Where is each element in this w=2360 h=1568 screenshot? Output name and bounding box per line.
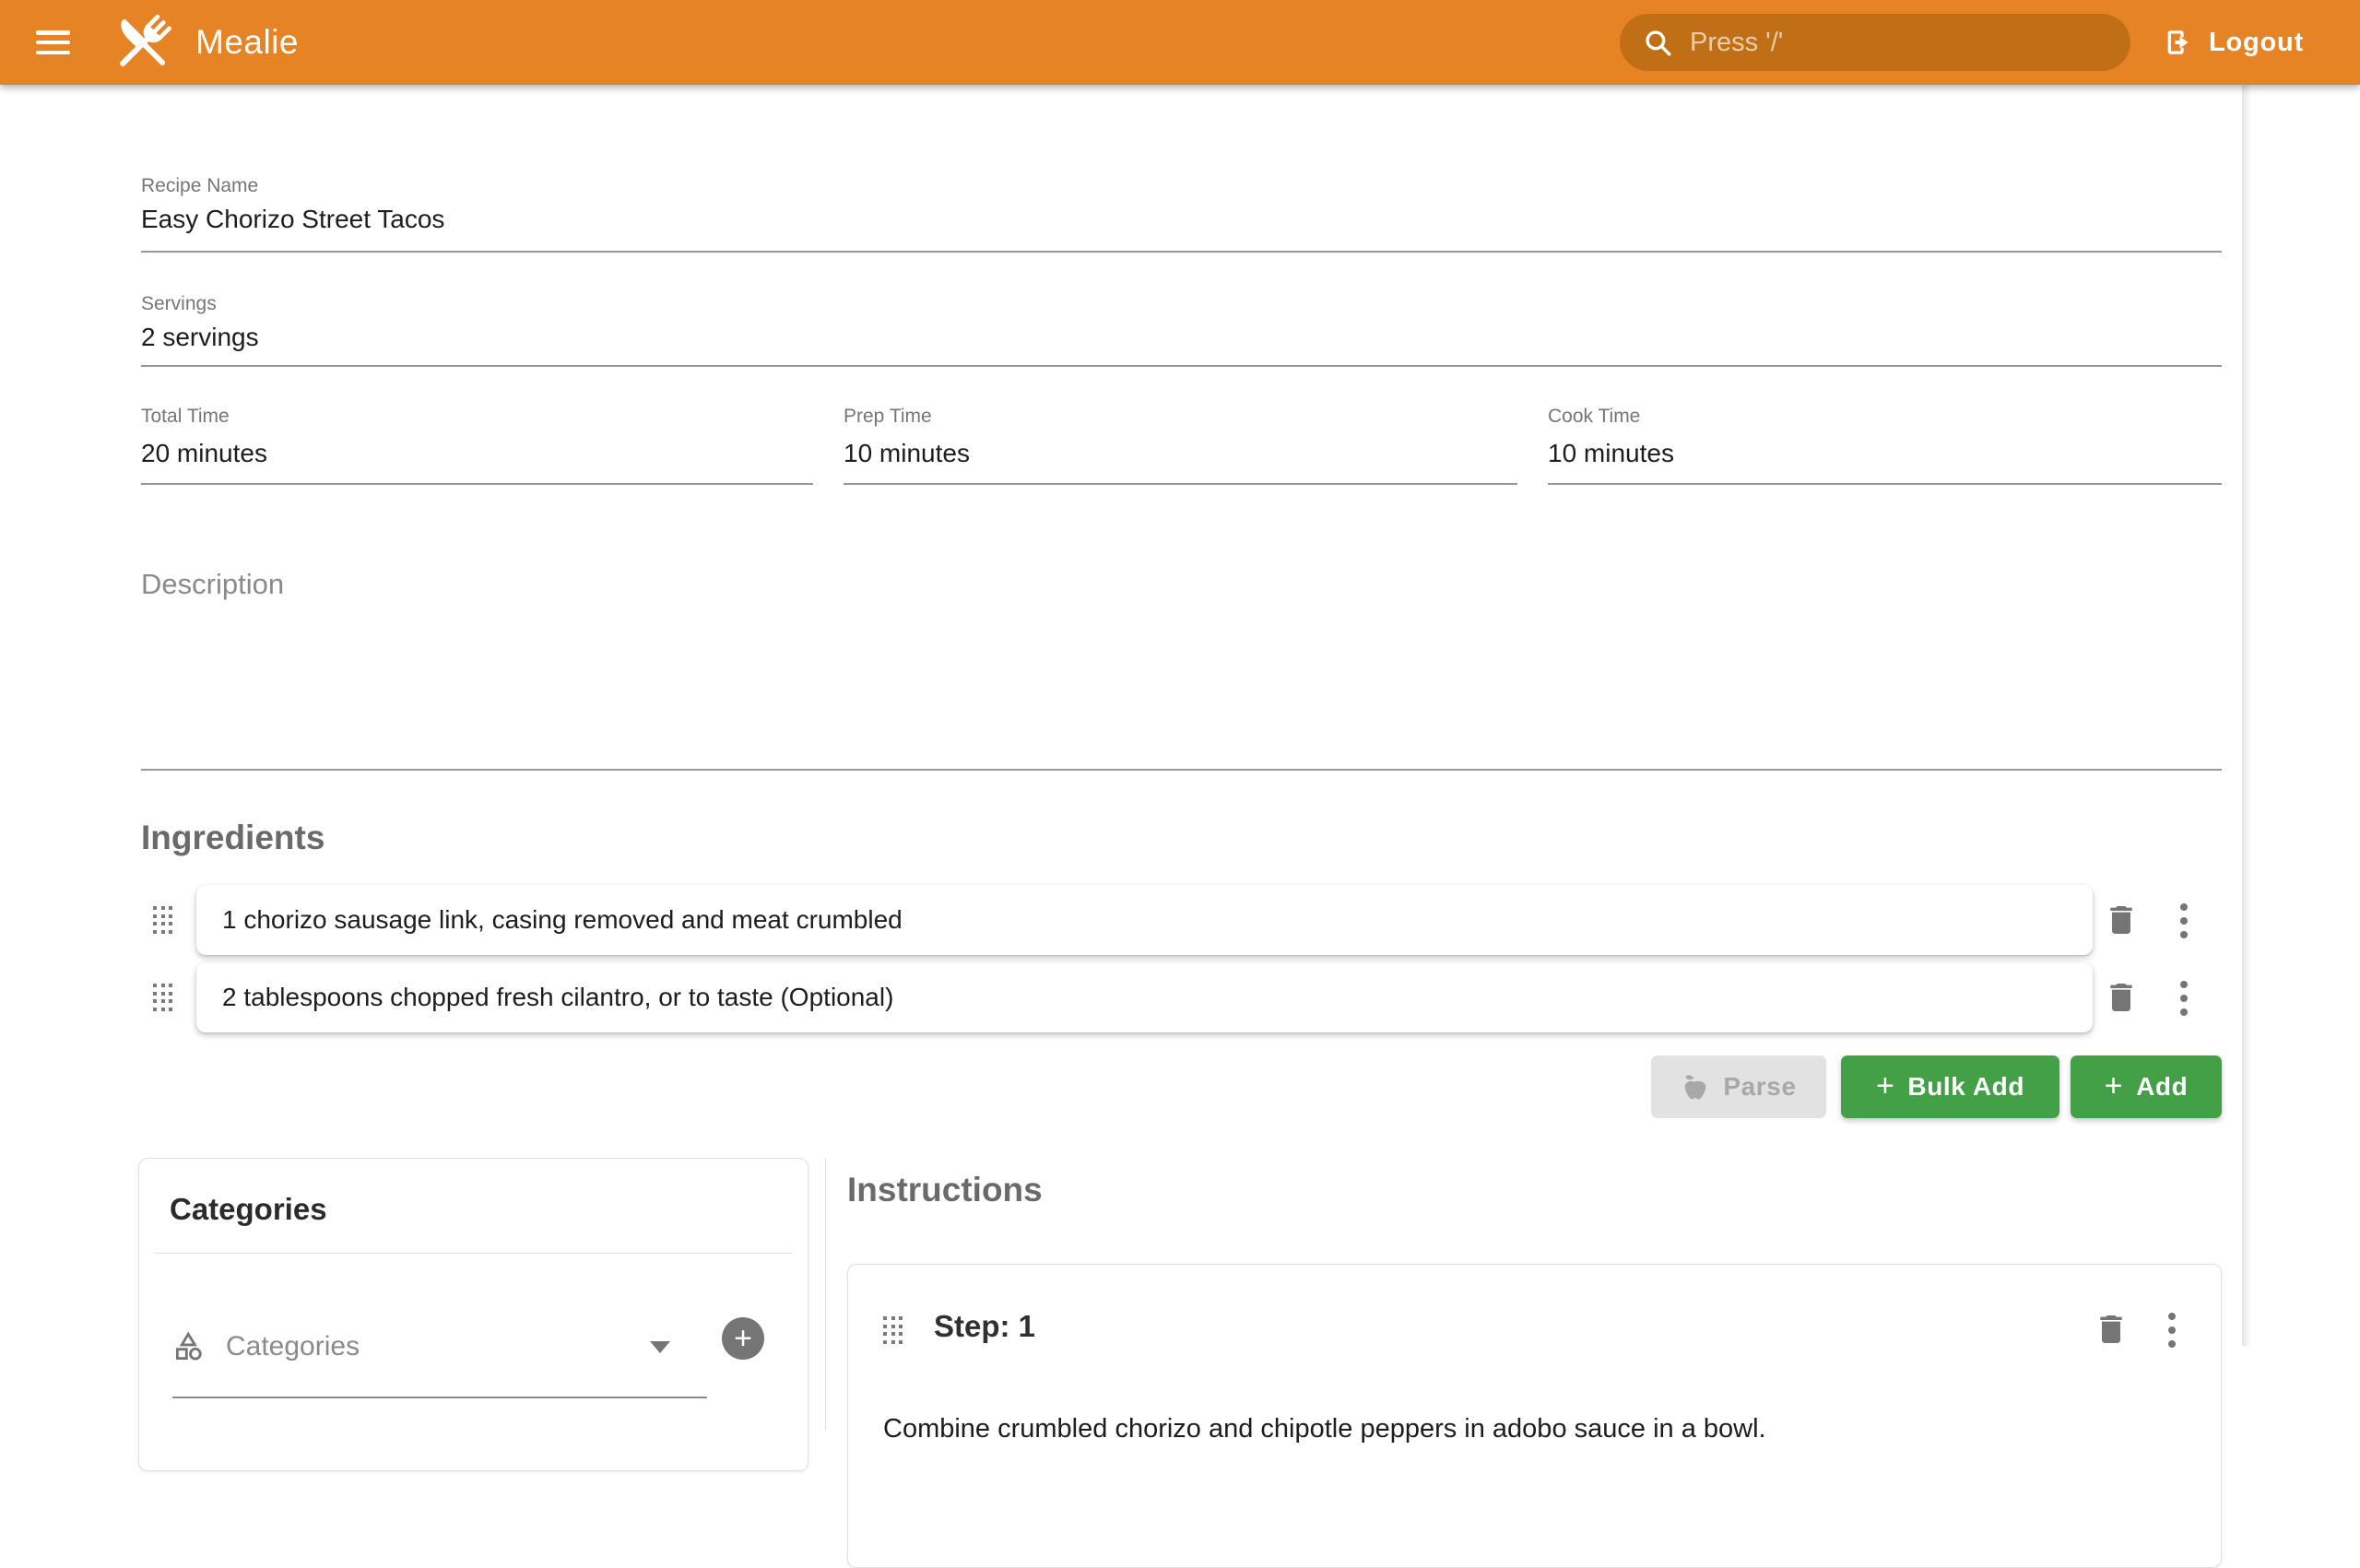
categories-divider (154, 1253, 793, 1254)
chevron-down-icon (650, 1341, 670, 1353)
content-edge-shadow (2242, 85, 2253, 1346)
drag-handle-icon[interactable] (153, 906, 174, 934)
column-divider (825, 1158, 826, 1431)
mealie-logo-icon[interactable] (109, 9, 177, 77)
search-input[interactable] (1690, 28, 2108, 58)
categories-card: Categories Categories + (138, 1158, 808, 1471)
logout-label: Logout (2209, 28, 2304, 58)
drag-handle-icon[interactable] (153, 984, 174, 1011)
shapes-icon (172, 1330, 206, 1363)
search-icon (1642, 27, 1673, 58)
kebab-menu-icon[interactable] (2180, 903, 2188, 938)
total-time-input[interactable] (141, 439, 786, 468)
categories-select[interactable]: Categories (172, 1321, 670, 1373)
servings-underline (141, 365, 2222, 367)
categories-select-underline (172, 1397, 707, 1398)
logout-button[interactable]: Logout (2163, 0, 2304, 85)
cook-time-input[interactable] (1548, 439, 2193, 468)
cook-time-underline (1548, 483, 2222, 485)
plus-icon: + (2105, 1070, 2123, 1102)
kebab-menu-icon[interactable] (2180, 981, 2188, 1016)
add-label: Add (2136, 1072, 2188, 1102)
recipe-name-input[interactable] (141, 205, 2169, 234)
app-header: Mealie Logout (0, 0, 2360, 85)
bulk-add-button[interactable]: + Bulk Add (1841, 1055, 2059, 1118)
ingredient-row (196, 885, 2093, 955)
ingredient-row (196, 962, 2093, 1032)
kebab-menu-icon[interactable] (2168, 1313, 2176, 1348)
categories-card-title: Categories (170, 1192, 327, 1227)
cook-time-label: Cook Time (1548, 406, 1640, 428)
description-underline (141, 769, 2222, 771)
step-title: Step: 1 (934, 1309, 1035, 1344)
prep-time-underline (844, 483, 1517, 485)
total-time-label: Total Time (141, 406, 230, 428)
recipe-editor: Recipe Name Servings Total Time Prep Tim… (0, 85, 2242, 1346)
bulk-add-label: Bulk Add (1907, 1072, 2024, 1102)
recipe-name-label: Recipe Name (141, 175, 258, 197)
delete-step-icon[interactable] (2093, 1311, 2130, 1348)
add-button[interactable]: + Add (2071, 1055, 2222, 1118)
delete-ingredient-icon[interactable] (2103, 902, 2140, 938)
prep-time-input[interactable] (844, 439, 1489, 468)
instruction-step-card: Step: 1 Combine crumbled chorizo and chi… (847, 1264, 2222, 1568)
drag-handle-icon[interactable] (883, 1316, 904, 1344)
servings-label: Servings (141, 293, 217, 315)
parse-button[interactable]: Parse (1651, 1055, 1826, 1118)
description-label: Description (141, 568, 284, 601)
search-bar[interactable] (1620, 14, 2130, 71)
add-category-button[interactable]: + (722, 1317, 764, 1360)
plus-icon: + (1876, 1070, 1894, 1102)
ingredient-input[interactable] (222, 983, 2067, 1012)
description-textarea[interactable] (141, 601, 2222, 762)
hamburger-menu-icon[interactable] (36, 30, 70, 54)
apple-icon (1681, 1072, 1710, 1102)
app-title: Mealie (195, 0, 299, 85)
ingredient-input[interactable] (222, 905, 2067, 935)
ingredients-heading: Ingredients (141, 819, 324, 857)
recipe-name-underline (141, 251, 2222, 253)
step-text[interactable]: Combine crumbled chorizo and chipotle pe… (883, 1409, 2184, 1448)
categories-select-placeholder: Categories (226, 1331, 630, 1362)
delete-ingredient-icon[interactable] (2103, 979, 2140, 1016)
prep-time-label: Prep Time (844, 406, 932, 428)
logout-icon (2163, 27, 2194, 58)
servings-input[interactable] (141, 323, 2169, 352)
parse-label: Parse (1723, 1072, 1796, 1102)
total-time-underline (141, 483, 813, 485)
instructions-heading: Instructions (847, 1171, 1043, 1209)
